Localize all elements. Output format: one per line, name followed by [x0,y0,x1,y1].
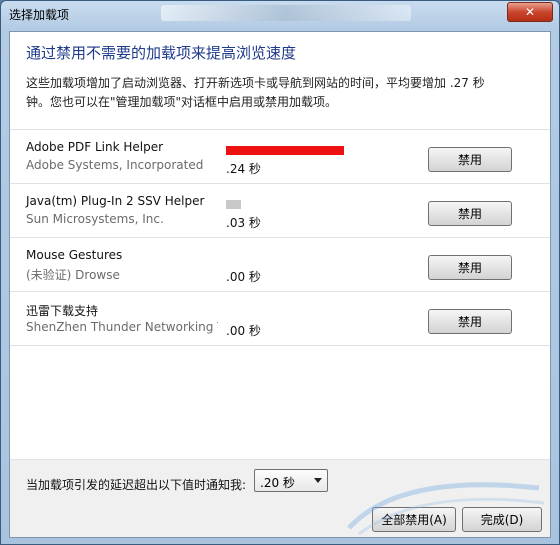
chevron-down-icon [314,478,322,483]
addon-publisher: ShenZhen Thunder Networking T [26,320,218,334]
disable-button[interactable]: 禁用 [428,201,512,226]
threshold-value: .20 秒 [260,476,295,490]
disable-button[interactable]: 禁用 [428,309,512,334]
disable-button[interactable]: 禁用 [428,255,512,280]
load-time-bar [226,200,241,209]
disable-button[interactable]: 禁用 [428,147,512,172]
addon-publisher: Sun Microsystems, Inc. [26,212,164,226]
addon-row: Mouse Gestures (未验证) Drowse .00 秒 禁用 [10,238,550,292]
addon-name: Mouse Gestures [26,248,123,262]
addon-row: Java(tm) Plug-In 2 SSV Helper Sun Micros… [10,184,550,238]
choose-addons-dialog: 选择加载项 ✕ 通过禁用不需要的加载项来提高浏览速度 这些加载项增加了启动浏览器… [0,0,560,545]
description-text: 这些加载项增加了启动浏览器、打开新选项卡或导航到网站的时间，平均要增加 .27 … [26,76,485,109]
threshold-dropdown[interactable]: .20 秒 [254,469,328,492]
load-time: .00 秒 [226,270,261,284]
notify-threshold-label: 当加载项引发的延迟超出以下值时通知我: [26,478,247,492]
disable-all-button[interactable]: 全部禁用(A) [372,507,456,532]
page-heading: 通过禁用不需要的加载项来提高浏览速度 [26,44,297,62]
close-button[interactable]: ✕ [507,2,553,22]
addon-row: 迅雷下载支持 ShenZhen Thunder Networking T .00… [10,292,550,346]
addon-publisher: Adobe Systems, Incorporated [26,158,204,172]
addon-name: 迅雷下载支持 [26,304,99,318]
addon-publisher: (未验证) Drowse [26,268,120,282]
addon-row: Adobe PDF Link Helper Adobe Systems, Inc… [10,130,550,184]
load-time: .03 秒 [226,216,261,230]
dialog-footer: 当加载项引发的延迟超出以下值时通知我: .20 秒 全部禁用(A) 完成(D) [10,459,550,537]
dialog-content: 通过禁用不需要的加载项来提高浏览速度 这些加载项增加了启动浏览器、打开新选项卡或… [9,31,551,538]
title-bar: 选择加载项 ✕ [1,1,559,27]
done-button[interactable]: 完成(D) [462,507,542,532]
addon-list: Adobe PDF Link Helper Adobe Systems, Inc… [10,129,550,346]
window-title: 选择加载项 [9,8,70,22]
load-time: .24 秒 [226,162,261,176]
addon-name: Java(tm) Plug-In 2 SSV Helper [26,194,205,208]
blurred-background-title [161,5,411,21]
addon-name: Adobe PDF Link Helper [26,140,164,154]
load-time-bar [226,146,344,155]
load-time: .00 秒 [226,324,261,338]
